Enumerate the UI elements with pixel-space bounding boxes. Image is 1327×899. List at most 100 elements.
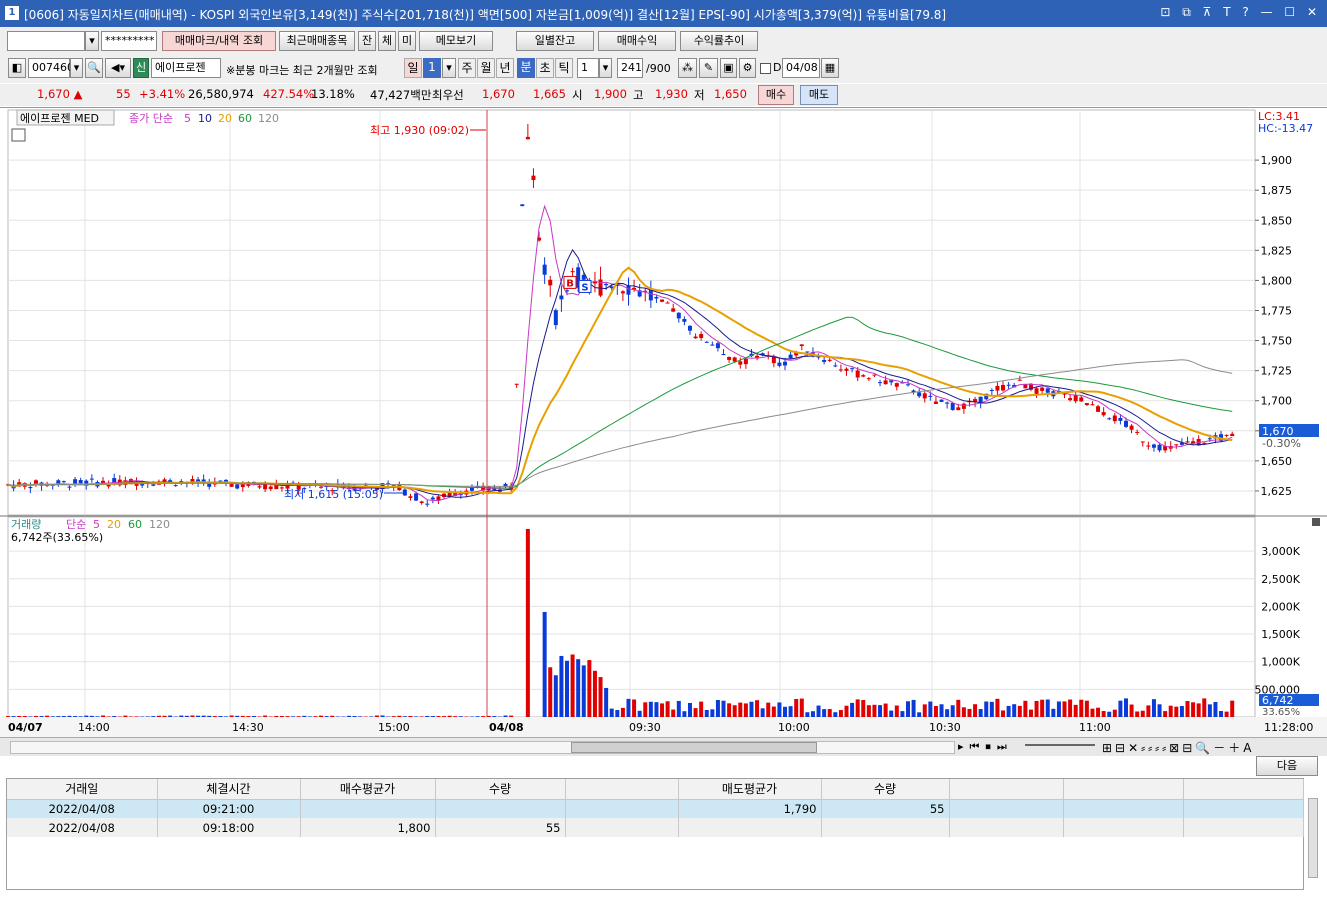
volume-bar xyxy=(945,709,950,717)
candle-body xyxy=(905,384,910,386)
cell-blank xyxy=(1183,818,1304,837)
volume-bar xyxy=(346,715,351,717)
indicator-icon[interactable]: ⁂ xyxy=(678,58,697,78)
scrollbar-thumb[interactable] xyxy=(571,742,817,753)
return-trend-button[interactable]: 수익률추이 xyxy=(680,31,758,51)
date-input[interactable]: 04/08 xyxy=(782,58,820,78)
chart-area[interactable]: 1,6251,6501,6751,7001,7251,7501,7751,800… xyxy=(0,107,1327,738)
candle-body xyxy=(1135,431,1140,433)
candle-body xyxy=(1062,393,1067,395)
best-bid: 1,665 xyxy=(533,87,566,101)
volume-bar xyxy=(123,715,128,717)
table-row[interactable]: 2022/04/08 09:18:00 1,800 55 xyxy=(7,818,1304,837)
window-titlebar: 1 [0606] 자동일지차트(매매내역) - KOSPI 외국인보유[3,14… xyxy=(0,0,1327,27)
recent-trades-button[interactable]: 최근매매종목 xyxy=(279,31,355,51)
volume-bar xyxy=(436,716,441,717)
volume-bar xyxy=(419,716,424,717)
period-month-button[interactable]: 월 xyxy=(477,58,495,78)
memo-view-button[interactable]: 메모보기 xyxy=(419,31,493,51)
price-volume-chart[interactable]: 1,6251,6501,6751,7001,7251,7501,7751,800… xyxy=(0,108,1327,738)
cell-blank xyxy=(1063,818,1184,837)
volume-bar xyxy=(872,704,877,717)
volume-bar xyxy=(1168,705,1173,717)
volume-bar xyxy=(1023,700,1028,717)
ma-period-label: 120 xyxy=(258,112,279,125)
volume-bar xyxy=(704,709,709,717)
volume-ma-period: 20 xyxy=(107,518,121,531)
header-trade-date[interactable]: 거래일 xyxy=(7,779,158,800)
search-icon[interactable]: 🔍 xyxy=(85,58,103,78)
window-controls[interactable]: ⊡ ⧉ ⊼ T ? — ☐ ✕ xyxy=(1160,5,1321,20)
volume-bar xyxy=(1028,709,1033,717)
balance-button[interactable]: 잔 xyxy=(358,31,376,51)
period-second-button[interactable]: 초 xyxy=(536,58,554,78)
period-dropdown-icon[interactable]: ▾ xyxy=(442,58,456,78)
volume-bar xyxy=(749,701,754,717)
layout-icon[interactable]: ◧ xyxy=(8,58,26,78)
grid-scrollbar[interactable] xyxy=(1308,798,1318,878)
trade-profit-button[interactable]: 매매수익 xyxy=(598,31,676,51)
volume-bar xyxy=(1163,711,1168,717)
account-dropdown-icon[interactable]: ▾ xyxy=(85,31,99,51)
account-input[interactable] xyxy=(7,31,85,51)
period-year-button[interactable]: 년 xyxy=(496,58,514,78)
interval-input[interactable]: 1 xyxy=(577,58,599,78)
volume-bar xyxy=(967,708,972,717)
date-checkbox[interactable] xyxy=(760,63,771,74)
header-sell-qty[interactable]: 수량 xyxy=(821,779,950,800)
header-buy-qty[interactable]: 수량 xyxy=(435,779,566,800)
xaxis-time-label: 10:30 xyxy=(929,721,961,734)
gear-icon[interactable]: ⚙ xyxy=(739,58,756,78)
password-field[interactable]: ********* xyxy=(101,31,157,51)
volume-bar xyxy=(620,707,625,717)
header-buy-avg[interactable]: 매수평균가 xyxy=(300,779,436,800)
candle-body xyxy=(671,308,676,312)
buy-button[interactable]: 매수 xyxy=(758,85,794,105)
sin-badge: 신 xyxy=(133,58,149,78)
stock-name-field[interactable]: 에이프로젠 xyxy=(151,58,221,78)
calendar-icon[interactable]: ▦ xyxy=(821,58,839,78)
unexecuted-button[interactable]: 미 xyxy=(398,31,416,51)
table-row[interactable]: 2022/04/08 09:21:00 1,790 55 xyxy=(7,799,1304,818)
header-sell-avg[interactable]: 매도평균가 xyxy=(678,779,822,800)
zoom-slider[interactable] xyxy=(1025,744,1095,746)
header-exec-time[interactable]: 체결시간 xyxy=(157,779,301,800)
volume-bar xyxy=(11,716,16,717)
period-minute-button[interactable]: 분 xyxy=(517,58,535,78)
period-day-button[interactable]: 일 xyxy=(404,58,422,78)
date-label: D xyxy=(773,61,782,74)
volume-ma-period: 60 xyxy=(128,518,142,531)
stock-code-input[interactable]: 007460 xyxy=(28,58,74,78)
code-dropdown-icon[interactable]: ▾ xyxy=(70,58,83,78)
ma-period-label: 60 xyxy=(238,112,252,125)
count-input[interactable]: 241 xyxy=(617,58,643,78)
interval-dropdown-icon[interactable]: ▾ xyxy=(599,58,612,78)
period-n-value[interactable]: 1 xyxy=(423,58,441,78)
volume-bar xyxy=(961,707,966,717)
candle-body xyxy=(425,503,430,505)
trade-mark-query-button[interactable]: 매매마크/내역 조회 xyxy=(162,31,276,51)
period-tick-button[interactable]: 틱 xyxy=(555,58,573,78)
candle-body xyxy=(268,486,273,490)
volume-bar xyxy=(425,715,430,717)
volume-bar xyxy=(218,716,223,717)
chart-scrollbar[interactable] xyxy=(10,741,955,754)
next-button[interactable]: 다음 xyxy=(1256,756,1318,776)
sell-button[interactable]: 매도 xyxy=(800,85,838,105)
volume-bar xyxy=(481,716,486,717)
speaker-icon[interactable]: ◀▾ xyxy=(105,58,131,78)
daily-balance-button[interactable]: 일별잔고 xyxy=(516,31,594,51)
save-icon[interactable]: ▣ xyxy=(720,58,737,78)
executed-button[interactable]: 체 xyxy=(378,31,396,51)
playback-controls[interactable]: ▸⏮⏹⏭ xyxy=(958,740,1013,754)
volume-bar xyxy=(296,716,301,717)
volume-bar xyxy=(838,710,843,717)
volume-bar xyxy=(928,701,933,717)
candle-body xyxy=(950,402,955,410)
candle-body xyxy=(783,361,788,366)
chart-tools[interactable]: ⊞⊟✕⸗⸗⸗⸗⊠⊟🔍－＋A xyxy=(1102,739,1254,756)
period-week-button[interactable]: 주 xyxy=(458,58,476,78)
draw-tool-icon[interactable]: ✎ xyxy=(699,58,718,78)
volume-bar xyxy=(548,667,553,717)
volume-bar xyxy=(402,716,407,717)
